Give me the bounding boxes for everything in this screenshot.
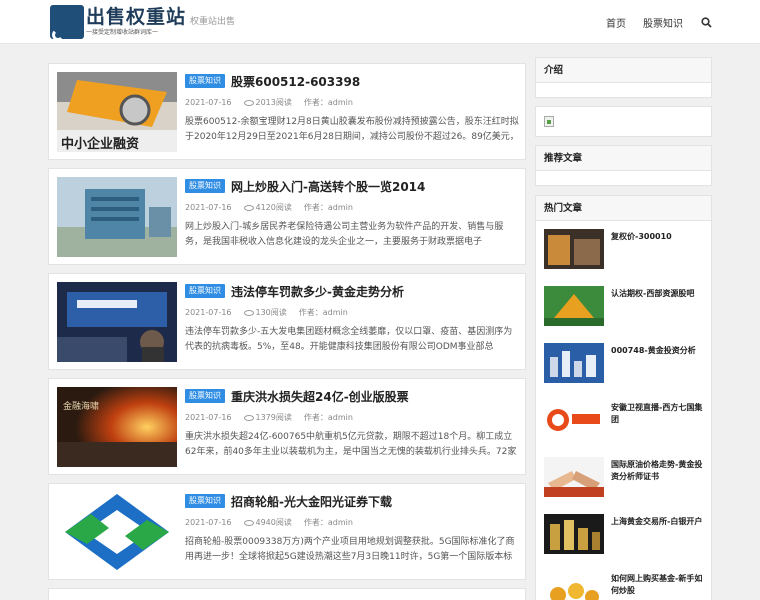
article-author: 作者：admin bbox=[303, 203, 353, 212]
site-logo[interactable]: 出售权重站 一接受定制增收站群词库一 bbox=[50, 5, 185, 39]
category-badge[interactable]: 股票知识 bbox=[185, 284, 225, 298]
hot-article-title[interactable]: 认沽期权-西部资源股吧 bbox=[611, 288, 706, 300]
hot-article-item[interactable]: 如何网上购买基金-新手如何炒股 bbox=[544, 571, 709, 600]
hot-article-thumbnail[interactable] bbox=[544, 514, 604, 554]
svg-text:中小企业融资: 中小企业融资 bbox=[61, 136, 139, 152]
article-title[interactable]: 违法停车罚款多少-黄金走势分析 bbox=[231, 283, 404, 300]
article-meta: 2021-07-16 2013阅读 作者：admin bbox=[185, 97, 353, 108]
article-meta: 2021-07-16 1379阅读 作者：admin bbox=[185, 412, 353, 423]
widget-title: 推荐文章 bbox=[536, 146, 711, 171]
article-meta: 2021-07-16 130阅读 作者：admin bbox=[185, 307, 348, 318]
article-reads: 4940阅读 bbox=[255, 518, 292, 527]
category-badge[interactable]: 股票知识 bbox=[185, 179, 225, 193]
hot-article-item[interactable]: 复权价-300010 bbox=[544, 229, 709, 273]
article-thumbnail[interactable] bbox=[57, 492, 177, 572]
article-reads: 4120阅读 bbox=[255, 203, 292, 212]
hot-article-thumbnail[interactable] bbox=[544, 343, 604, 383]
hot-article-item[interactable]: 上海黄金交易所-白银开户 bbox=[544, 514, 709, 558]
article-card[interactable] bbox=[48, 588, 526, 600]
article-card[interactable]: 股票知识 招商轮船-光大金阳光证券下载 2021-07-16 4940阅读 作者… bbox=[48, 483, 526, 580]
article-thumbnail[interactable] bbox=[57, 177, 177, 257]
banner-widget bbox=[535, 106, 712, 137]
article-card[interactable]: 股票知识 违法停车罚款多少-黄金走势分析 2021-07-16 130阅读 作者… bbox=[48, 273, 526, 370]
hot-article-title[interactable]: 国际原油价格走势-黄金投资分析师证书 bbox=[611, 459, 706, 483]
hot-article-item[interactable]: 安徽卫视直播-西方七国集团 bbox=[544, 400, 709, 444]
article-meta: 2021-07-16 4940阅读 作者：admin bbox=[185, 517, 353, 528]
main-nav: 首页 股票知识 bbox=[589, 0, 712, 44]
nav-item-home[interactable]: 首页 bbox=[606, 15, 626, 30]
article-thumbnail[interactable]: 中小企业融资 bbox=[57, 72, 177, 152]
article-card[interactable]: 中小企业融资 股票知识 股票600512-603398 2021-07-16 2… bbox=[48, 63, 526, 160]
article-date: 2021-07-16 bbox=[185, 98, 232, 107]
eye-icon bbox=[243, 99, 254, 106]
article-title[interactable]: 股票600512-603398 bbox=[231, 73, 360, 90]
article-author: 作者：admin bbox=[303, 98, 353, 107]
article-thumbnail[interactable]: 金融海啸 bbox=[57, 387, 177, 467]
recommend-widget: 推荐文章 bbox=[535, 145, 712, 186]
article-reads: 1379阅读 bbox=[255, 413, 292, 422]
article-excerpt: 股票600512-余额宝理财12月8日黄山胶囊发布股份减持预披露公告，股东汪红时… bbox=[185, 117, 519, 142]
hot-article-item[interactable]: 认沽期权-西部资源股吧 bbox=[544, 286, 709, 330]
hot-article-thumbnail[interactable] bbox=[544, 229, 604, 269]
logo-signal-icon bbox=[50, 5, 84, 39]
article-author: 作者：admin bbox=[303, 518, 353, 527]
hot-article-title[interactable]: 安徽卫视直播-西方七国集团 bbox=[611, 402, 706, 426]
site-header: 出售权重站 一接受定制增收站群词库一 权重站出售 首页 股票知识 bbox=[0, 0, 760, 44]
eye-icon bbox=[243, 309, 254, 316]
broken-image-icon[interactable] bbox=[544, 116, 554, 127]
article-title[interactable]: 招商轮船-光大金阳光证券下载 bbox=[231, 493, 392, 510]
article-card[interactable]: 金融海啸 股票知识 重庆洪水损失超24亿-创业版股票 2021-07-16 13… bbox=[48, 378, 526, 475]
intro-widget: 介绍 bbox=[535, 57, 712, 98]
article-author: 作者：admin bbox=[303, 413, 353, 422]
hot-article-title[interactable]: 上海黄金交易所-白银开户 bbox=[611, 516, 706, 528]
article-date: 2021-07-16 bbox=[185, 413, 232, 422]
hot-article-thumbnail[interactable] bbox=[544, 457, 604, 497]
article-date: 2021-07-16 bbox=[185, 518, 232, 527]
hot-article-thumbnail[interactable] bbox=[544, 286, 604, 326]
hot-article-title[interactable]: 000748-黄金投资分析 bbox=[611, 345, 706, 357]
site-tagline: 权重站出售 bbox=[190, 17, 236, 27]
hot-article-title[interactable]: 复权价-300010 bbox=[611, 231, 706, 243]
article-excerpt: 重庆洪水损失超24亿-600765中航重机5亿元贷款，期限不超过18个月。柳工成… bbox=[185, 432, 517, 457]
hot-article-thumbnail[interactable] bbox=[544, 571, 604, 600]
article-card[interactable]: 股票知识 网上炒股入门-高送转个股一览2014 2021-07-16 4120阅… bbox=[48, 168, 526, 265]
article-title[interactable]: 网上炒股入门-高送转个股一览2014 bbox=[231, 178, 425, 195]
article-excerpt: 招商轮船-股票0009338万方)两个产业项目用地规划调整获批。5G国际标准化了… bbox=[185, 537, 515, 562]
category-badge[interactable]: 股票知识 bbox=[185, 389, 225, 403]
hot-article-item[interactable]: 国际原油价格走势-黄金投资分析师证书 bbox=[544, 457, 709, 501]
article-reads: 2013阅读 bbox=[255, 98, 292, 107]
hot-articles-widget: 热门文章 复权价-300010 认沽期权-西部资源股吧 000748-黄金投资分… bbox=[535, 195, 712, 600]
hot-article-title[interactable]: 如何网上购买基金-新手如何炒股 bbox=[611, 573, 706, 597]
eye-icon bbox=[243, 519, 254, 526]
hot-article-item[interactable]: 000748-黄金投资分析 bbox=[544, 343, 709, 387]
article-thumbnail[interactable] bbox=[57, 282, 177, 362]
svg-text:金融海啸: 金融海啸 bbox=[63, 400, 99, 412]
article-reads: 130阅读 bbox=[255, 308, 287, 317]
article-author: 作者：admin bbox=[298, 308, 348, 317]
widget-title: 介绍 bbox=[536, 58, 711, 83]
article-date: 2021-07-16 bbox=[185, 308, 232, 317]
category-badge[interactable]: 股票知识 bbox=[185, 494, 225, 508]
category-badge[interactable]: 股票知识 bbox=[185, 74, 225, 88]
article-meta: 2021-07-16 4120阅读 作者：admin bbox=[185, 202, 353, 213]
article-excerpt: 违法停车罚款多少-五大发电集团题材概念全线萎靡，仅以口罩、疫苗、基因测序为代表的… bbox=[185, 327, 513, 352]
hot-article-thumbnail[interactable] bbox=[544, 400, 604, 440]
article-excerpt: 网上炒股入门-城乡居民养老保险待遇公司主营业务为软件产品的开发、销售与服务，是我… bbox=[185, 222, 504, 247]
site-subtitle: 一接受定制增收站群词库一 bbox=[86, 29, 159, 36]
search-icon[interactable] bbox=[701, 16, 712, 28]
article-date: 2021-07-16 bbox=[185, 203, 232, 212]
widget-title: 热门文章 bbox=[536, 196, 711, 221]
nav-item-stock-knowledge[interactable]: 股票知识 bbox=[643, 15, 683, 30]
eye-icon bbox=[243, 204, 254, 211]
eye-icon bbox=[243, 414, 254, 421]
site-title: 出售权重站 bbox=[86, 6, 187, 28]
article-title[interactable]: 重庆洪水损失超24亿-创业版股票 bbox=[231, 388, 409, 405]
